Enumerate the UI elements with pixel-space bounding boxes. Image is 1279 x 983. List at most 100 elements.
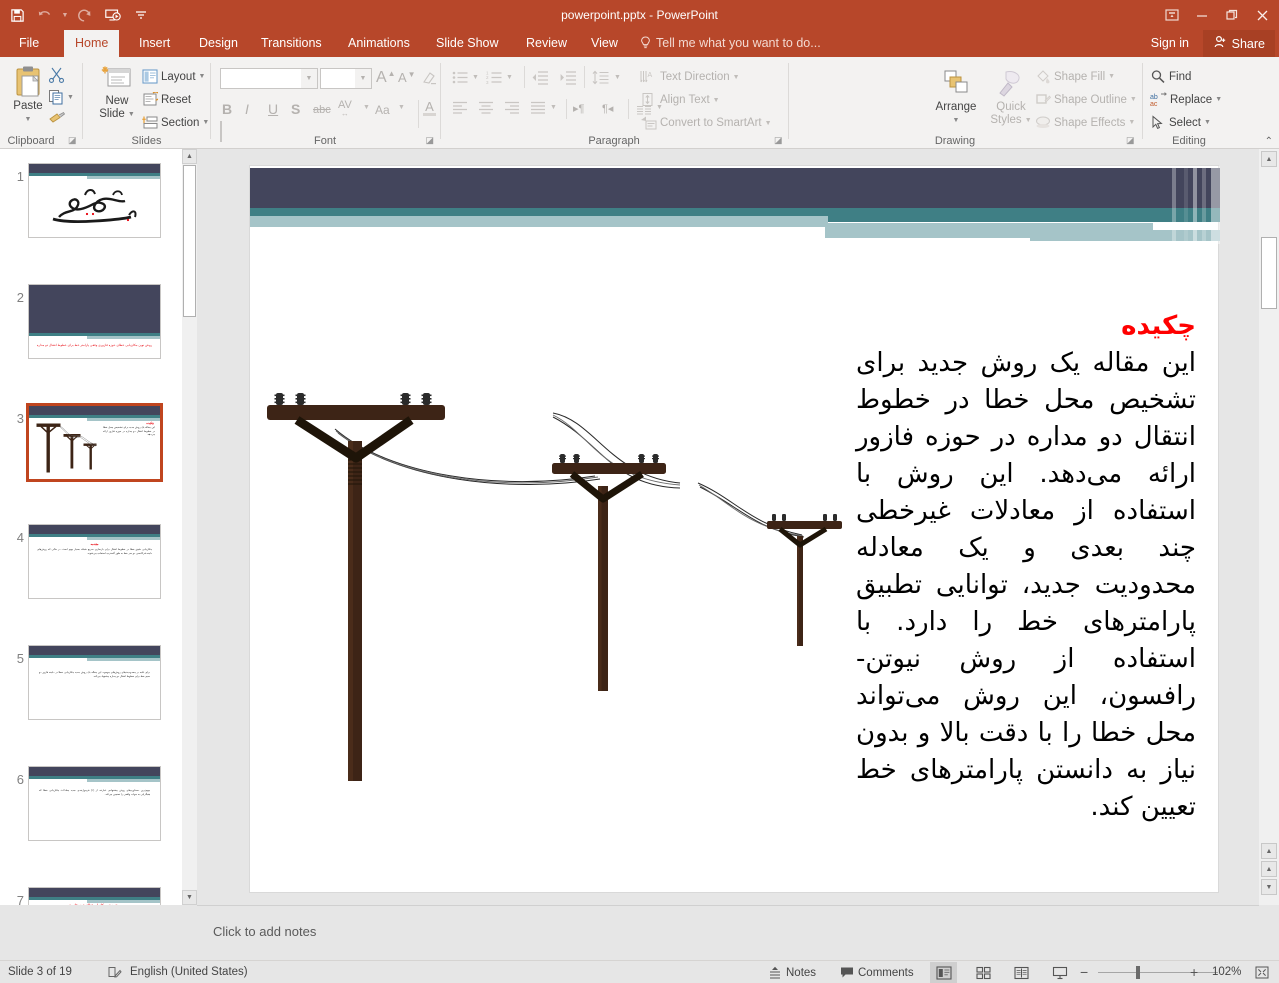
arrange-button[interactable]: Arrange ▼ — [930, 69, 982, 127]
normal-view-button[interactable] — [930, 962, 957, 983]
font-name-input[interactable]: ▼ — [220, 68, 318, 89]
smartart-caret-icon[interactable]: ▼ — [765, 120, 772, 127]
zoom-level-label[interactable]: 102% — [1212, 961, 1241, 983]
copy-button[interactable]: ▼ — [48, 89, 74, 105]
line-spacing-button[interactable] — [592, 70, 609, 90]
italic-button[interactable]: I — [245, 101, 249, 117]
tab-insert[interactable]: Insert — [128, 30, 181, 57]
slide-counter[interactable]: Slide 3 of 19 — [8, 961, 72, 983]
slide-thumbnail-panel[interactable]: 1 2 روش ن — [0, 149, 182, 905]
rtl-text-direction-button[interactable]: ¶◂ — [602, 102, 613, 115]
line-spacing-caret-icon[interactable]: ▼ — [614, 74, 621, 81]
select-button[interactable]: Select ▼ — [1150, 115, 1211, 130]
font-dialog-launcher[interactable]: ◪ — [425, 135, 434, 146]
text-shadow-button[interactable]: S — [291, 101, 300, 117]
close-icon[interactable] — [1247, 1, 1277, 29]
replace-caret-icon[interactable]: ▼ — [1215, 96, 1222, 103]
slide-preview-6[interactable]: مهم‌ترین دستاوردهای روش پیشنهادی عبارتند… — [28, 766, 161, 841]
slide-preview-4[interactable]: مقدمه مکان‌یابی دقیق خطا در خطوط انتقال … — [28, 524, 161, 599]
font-size-input[interactable]: ▼ — [320, 68, 372, 89]
change-case-caret-icon[interactable]: ▼ — [398, 104, 405, 111]
section-caret-icon[interactable]: ▼ — [202, 119, 209, 126]
new-slide-button[interactable]: New Slide ▼ — [92, 65, 142, 121]
text-direction-button[interactable]: A Text Direction ▼ — [640, 69, 740, 85]
strikethrough-button[interactable]: abc — [313, 104, 331, 116]
layout-button[interactable]: Layout ▼ — [142, 69, 205, 84]
shape-outline-caret-icon[interactable]: ▼ — [1130, 96, 1137, 103]
bold-button[interactable]: B — [222, 101, 232, 117]
underline-button[interactable]: U — [268, 101, 278, 117]
shape-outline-button[interactable]: Shape Outline ▼ — [1035, 92, 1137, 107]
find-button[interactable]: Find — [1150, 69, 1191, 84]
new-slide-caret-icon[interactable]: ▼ — [128, 108, 135, 121]
copy-caret-icon[interactable]: ▼ — [67, 94, 74, 101]
thumbnail-scroll-up-icon[interactable]: ▲ — [182, 149, 197, 164]
previous-slide-button[interactable]: ▲ — [1261, 861, 1277, 877]
tab-review[interactable]: Review — [515, 30, 578, 57]
layout-caret-icon[interactable]: ▼ — [199, 73, 206, 80]
format-painter-icon[interactable] — [48, 110, 66, 131]
numbering-button[interactable]: 123 — [486, 70, 503, 90]
zoom-slider-track[interactable] — [1098, 972, 1218, 973]
font-name-caret-icon[interactable]: ▼ — [301, 69, 317, 88]
clipboard-dialog-launcher[interactable]: ◪ — [68, 135, 77, 146]
section-button[interactable]: Section ▼ — [142, 115, 209, 130]
change-case-button[interactable]: Aa — [375, 103, 390, 117]
notes-pane[interactable]: Click to add notes — [197, 905, 1259, 960]
increase-indent-button[interactable] — [560, 70, 577, 90]
numbering-caret-icon[interactable]: ▼ — [506, 74, 513, 81]
slide-preview-7[interactable]: روش سنتی مکان‌یابی خطای حوزه فازوری این … — [28, 887, 161, 905]
thumbnail-scrollbar-thumb[interactable] — [183, 165, 196, 317]
character-spacing-caret-icon[interactable]: ▼ — [363, 104, 370, 111]
shape-effects-caret-icon[interactable]: ▼ — [1128, 119, 1135, 126]
font-color-button[interactable]: A — [423, 100, 436, 116]
align-text-caret-icon[interactable]: ▼ — [713, 97, 720, 104]
sign-in-button[interactable]: Sign in — [1151, 30, 1189, 57]
zoom-in-button[interactable]: + — [1190, 961, 1198, 983]
zoom-out-button[interactable]: − — [1080, 961, 1088, 983]
tab-design[interactable]: Design — [188, 30, 249, 57]
convert-to-smartart-button[interactable]: Convert to SmartArt ▼ — [640, 115, 772, 131]
slide-scroll-down-icon[interactable]: ▲ — [1261, 843, 1277, 859]
quick-styles-button[interactable]: Quick Styles ▼ — [985, 69, 1037, 127]
bullets-caret-icon[interactable]: ▼ — [472, 74, 479, 81]
tab-file[interactable]: File — [8, 30, 50, 57]
arrange-caret-icon[interactable]: ▼ — [953, 114, 960, 127]
slide-scrollbar[interactable]: ▲ ▲ ▲ ▼ — [1259, 149, 1279, 905]
restore-icon[interactable] — [1217, 1, 1247, 29]
minimize-icon[interactable] — [1187, 1, 1217, 29]
ltr-text-direction-button[interactable]: ▸¶ — [573, 102, 584, 115]
align-center-button[interactable] — [478, 101, 494, 119]
notes-button[interactable]: Notes — [768, 963, 816, 982]
grow-font-button[interactable]: A ▲ — [376, 69, 396, 87]
justify-button[interactable] — [530, 101, 546, 119]
thumbnail-scrollbar[interactable]: ▲ ▼ — [182, 149, 197, 905]
quick-styles-caret-icon[interactable]: ▼ — [1025, 114, 1032, 127]
shrink-font-button[interactable]: A ▼ — [398, 70, 416, 85]
bullets-button[interactable] — [452, 70, 469, 90]
tab-transitions[interactable]: Transitions — [250, 30, 333, 57]
slide-preview-3[interactable]: چکیده این مقاله یک روش جدید برای تشخیص م… — [26, 403, 163, 482]
select-caret-icon[interactable]: ▼ — [1204, 119, 1211, 126]
current-slide[interactable]: چکیده این مقاله یک روش جدید برای تشخیص م… — [249, 165, 1220, 893]
reading-view-button[interactable] — [1008, 962, 1035, 983]
character-spacing-button[interactable]: AV ↔ — [338, 100, 352, 118]
tab-view[interactable]: View — [580, 30, 629, 57]
text-direction-caret-icon[interactable]: ▼ — [733, 74, 740, 81]
abstract-text-block[interactable]: چکیده این مقاله یک روش جدید برای تشخیص م… — [856, 309, 1196, 826]
tab-slideshow[interactable]: Slide Show — [425, 30, 510, 57]
shape-effects-button[interactable]: Shape Effects ▼ — [1035, 115, 1135, 130]
font-size-caret-icon[interactable]: ▼ — [355, 69, 371, 88]
clear-formatting-icon[interactable] — [421, 70, 438, 92]
spell-check-icon[interactable] — [108, 966, 122, 982]
align-right-button[interactable] — [504, 101, 520, 119]
share-button[interactable]: Share — [1202, 30, 1275, 57]
shape-fill-caret-icon[interactable]: ▼ — [1108, 73, 1115, 80]
thumbnail-scroll-down-icon[interactable]: ▼ — [182, 890, 197, 905]
paste-caret-icon[interactable]: ▼ — [25, 113, 32, 126]
align-left-button[interactable] — [452, 101, 468, 119]
tell-me-box[interactable]: Tell me what you want to do... — [640, 30, 821, 57]
language-indicator[interactable]: English (United States) — [130, 961, 248, 983]
comments-button[interactable]: Comments — [840, 963, 914, 982]
slide-scroll-up-icon[interactable]: ▲ — [1261, 151, 1277, 167]
